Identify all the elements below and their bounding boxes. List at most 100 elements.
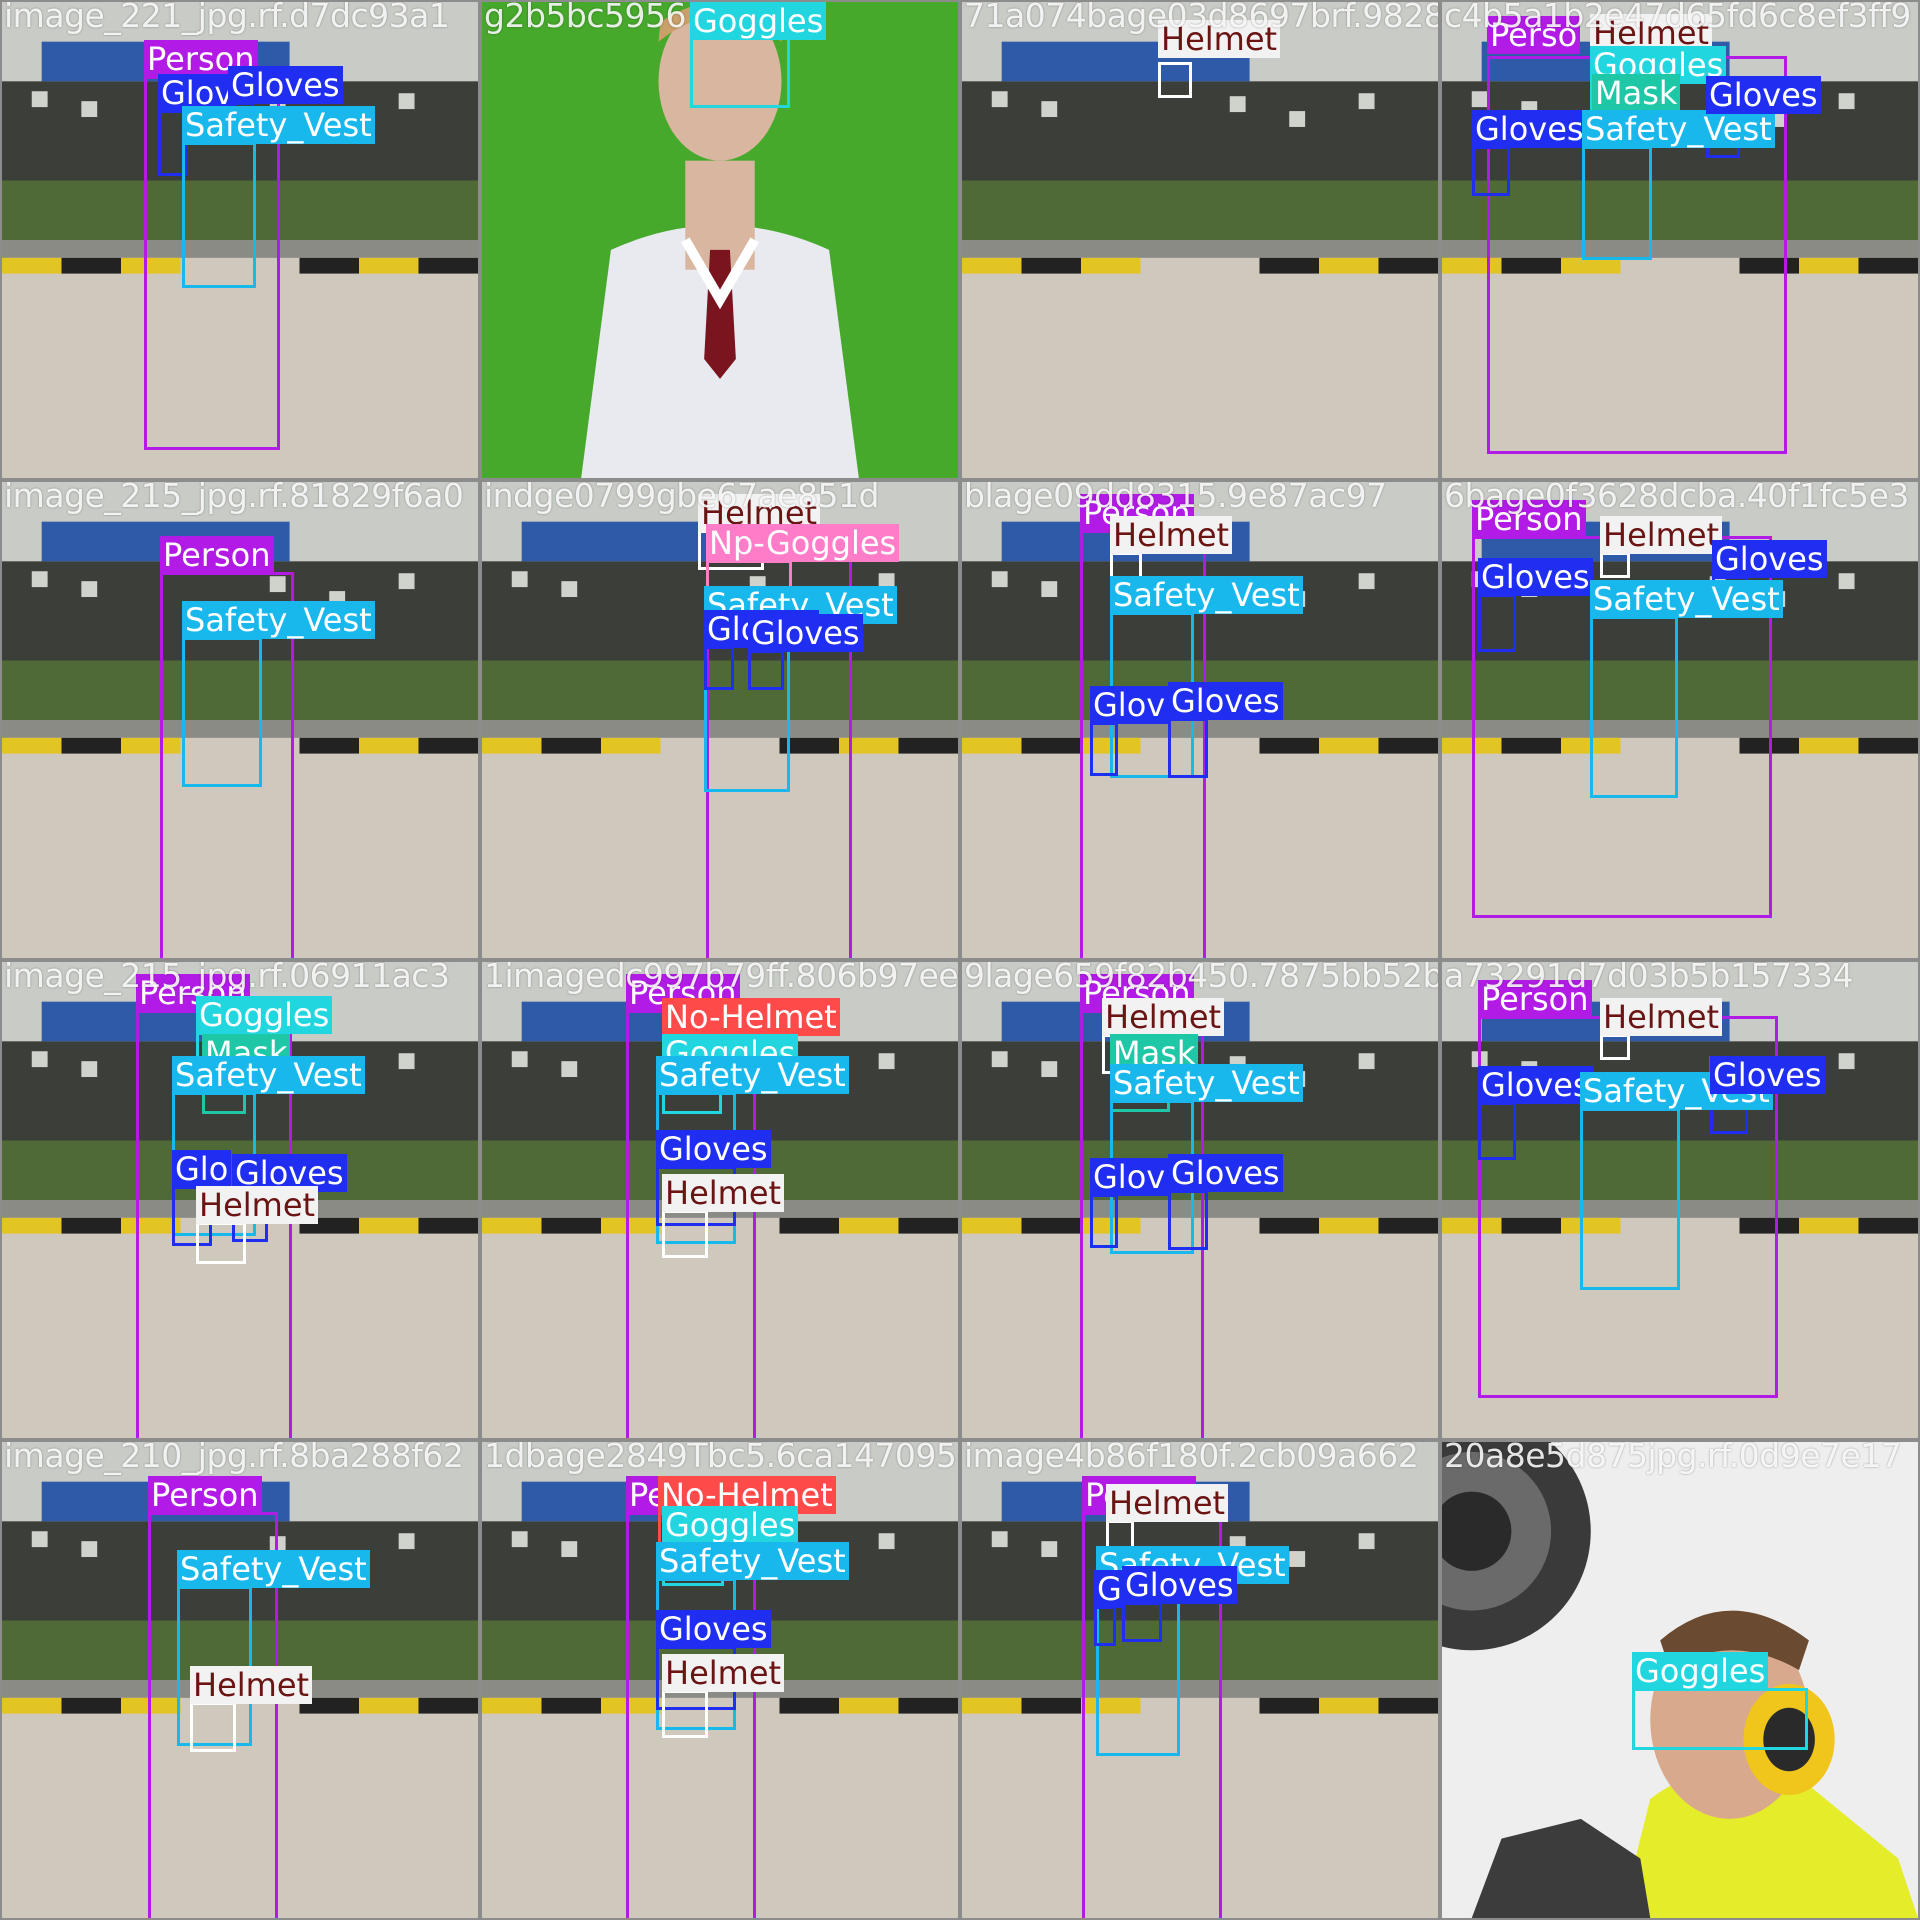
tile-filename: 20a8e5d875jpg.rf.0d9e7e17 <box>1444 1440 1902 1475</box>
bbox-helmet <box>1600 1034 1630 1060</box>
mosaic-tile: 9lage659f82b450.7875bb52b Person Helmet Mas… <box>960 960 1440 1440</box>
mosaic-tile: 1imagedc997b79ff.806b97ee6 Person No-Helme… <box>480 960 960 1440</box>
tile-filename: image_221_jpg.rf.d7dc93a1 <box>4 0 450 35</box>
bbox-label: Gloves <box>1478 1066 1593 1104</box>
bbox-label: Helmet <box>662 1174 785 1212</box>
tile-filename: image4b86f180f.2cb09a662 <box>964 1440 1419 1475</box>
tile-filename: image_215_jpg.rf.81829f6a0 <box>4 480 464 515</box>
bbox-label: Np-Goggles <box>706 524 900 562</box>
tile-filename: g2b5bc5956 <box>484 0 686 35</box>
bbox-safety-vest <box>182 637 262 787</box>
tile-filename: 6bage0f3628dcba.40f1fc5e3 <box>1444 480 1909 515</box>
bbox-label: Gloves <box>1478 558 1593 596</box>
mosaic-tile: indge0799gbe67ae851dPersonHelmetNp-Goggl… <box>480 480 960 960</box>
bbox-gloves <box>1090 722 1118 776</box>
bbox-helmet <box>1600 552 1630 578</box>
bbox-label: Gloves <box>656 1130 771 1168</box>
bbox-label: Safety_Vest <box>182 106 375 144</box>
mosaic-tile: image_215_jpg.rf.06911ac3 Person Goggles Ma… <box>0 960 480 1440</box>
bbox-safety-vest <box>182 142 256 288</box>
bbox-label: G <box>1094 1570 1125 1608</box>
bbox-label: Helmet <box>196 1186 319 1224</box>
bbox-gloves <box>1478 594 1516 652</box>
bbox-label: Safety_Vest <box>1582 110 1775 148</box>
bbox-label: Helmet <box>662 1654 785 1692</box>
bbox-label: Gloves <box>228 66 343 104</box>
bbox-label: Gloves <box>1712 540 1827 578</box>
bbox-label: Gloves <box>1168 682 1283 720</box>
mosaic-tile: blage09dd8315.9e87ac97 Person Helmet Safety… <box>960 480 1440 960</box>
bbox-helmet <box>662 1690 708 1738</box>
tile-filename: blage09dd8315.9e87ac97 <box>964 480 1387 515</box>
bbox-safety-vest <box>1590 616 1678 798</box>
bbox-gloves <box>1090 1194 1118 1248</box>
bbox-label: Goggles <box>690 2 827 40</box>
tile-filename: 71a074bage03d8697brf.98284b93 <box>964 0 1440 35</box>
bbox-label: Helmet <box>1600 516 1723 554</box>
mosaic-tile: image_210_jpg.rf.8ba288f62 Person Safety_V… <box>0 1440 480 1920</box>
bbox-goggles <box>1632 1688 1808 1750</box>
bbox-label: Safety_Vest <box>1110 1064 1303 1102</box>
photo-scene <box>962 2 1438 478</box>
bbox-label: Gloves <box>656 1610 771 1648</box>
bbox-label: Person <box>160 536 274 574</box>
bbox-label: Helmet <box>1110 516 1233 554</box>
bbox-label: Mask <box>1592 74 1681 112</box>
bbox-label: Helmet <box>1600 998 1723 1036</box>
bbox-label: Safety_Vest <box>182 601 375 639</box>
bbox-gloves <box>1472 146 1510 196</box>
mosaic-tile: g2b5bc5956 Goggles <box>480 0 960 480</box>
bbox-label: No-Helmet <box>662 998 840 1036</box>
mosaic-tile: 20a8e5d875jpg.rf.0d9e7e17 Goggles <box>1440 1440 1920 1920</box>
mosaic-tile: image_221_jpg.rf.d7dc93a1 Person Glov Glove… <box>0 0 480 480</box>
bbox-gloves <box>1168 718 1208 778</box>
bbox-safety-vest <box>1582 146 1652 260</box>
bbox-label: Safety_Vest <box>1110 576 1303 614</box>
tile-filename: 1imagedc997b79ff.806b97ee6 <box>484 960 960 995</box>
bbox-gloves <box>1478 1102 1516 1160</box>
mosaic-tile: image_215_jpg.rf.81829f6a0 Person Safety_V… <box>0 480 480 960</box>
bbox-gloves <box>1122 1602 1162 1642</box>
detection-mosaic: image_221_jpg.rf.d7dc93a1 Person Glov Glove… <box>0 0 1920 1920</box>
bbox-safety-vest <box>1580 1108 1680 1290</box>
bbox-helmet <box>196 1222 246 1264</box>
bbox-label: Goggles <box>1632 1652 1769 1690</box>
bbox-helmet <box>1158 62 1192 98</box>
tile-filename: 9lage659f82b450.7875bb52b <box>964 960 1440 995</box>
tile-filename: image_210_jpg.rf.8ba288f62 <box>4 1440 464 1475</box>
bbox-label: Goggles <box>662 1506 799 1544</box>
bbox-label: Glo <box>172 1150 232 1188</box>
tile-filename: 1dbage2849Tbc5.6ca147095 <box>484 1440 957 1475</box>
bbox-label: Gloves <box>1122 1566 1237 1604</box>
bbox-gloves <box>704 646 734 690</box>
tile-filename: c4b5a1b2e47d65fd6c8ef3ff9 <box>1444 0 1911 35</box>
bbox-label: Safety_Vest <box>1590 580 1783 618</box>
bbox-gloves <box>748 650 784 690</box>
bbox-helmet <box>662 1210 708 1258</box>
mosaic-tile: a73291d7d03b5b157334 Person Helmet Gloves Sa… <box>1440 960 1920 1440</box>
bbox-label: Helmet <box>1102 998 1225 1036</box>
mosaic-tile: 1dbage2849Tbc5.6ca147095PersonNo-HelmetG… <box>480 1440 960 1920</box>
bbox-label: Helmet <box>190 1666 313 1704</box>
mosaic-tile: image4b86f180f.2cb09a662PersonHelmetSafe… <box>960 1440 1440 1920</box>
bbox-label: Goggles <box>196 996 333 1034</box>
bbox-label: Glov <box>1090 1158 1169 1196</box>
bbox-label: Person <box>148 1476 262 1514</box>
bbox-label: Safety_Vest <box>656 1542 849 1580</box>
tile-filename: image_215_jpg.rf.06911ac3 <box>4 960 450 995</box>
bbox-gloves <box>1094 1606 1116 1646</box>
bbox-gloves <box>1168 1190 1208 1250</box>
bbox-label: Gloves <box>748 614 863 652</box>
tile-filename: indge0799gbe67ae851d <box>484 480 879 515</box>
bbox-label: Gloves <box>1710 1056 1825 1094</box>
bbox-label: Gloves <box>1472 110 1587 148</box>
bbox-helmet <box>190 1702 236 1752</box>
bbox-label: Safety_Vest <box>177 1550 370 1588</box>
bbox-label: Gloves <box>1168 1154 1283 1192</box>
bbox-label: Glov <box>1090 686 1169 724</box>
mosaic-tile: c4b5a1b2e47d65fd6c8ef3ff9 Perso Helmet Gogg… <box>1440 0 1920 480</box>
bbox-label: Helmet <box>1106 1484 1229 1522</box>
tile-filename: a73291d7d03b5b157334 <box>1444 960 1853 995</box>
mosaic-tile: 71a074bage03d8697brf.98284b93Helmet <box>960 0 1440 480</box>
bbox-label: Gloves <box>1706 76 1821 114</box>
